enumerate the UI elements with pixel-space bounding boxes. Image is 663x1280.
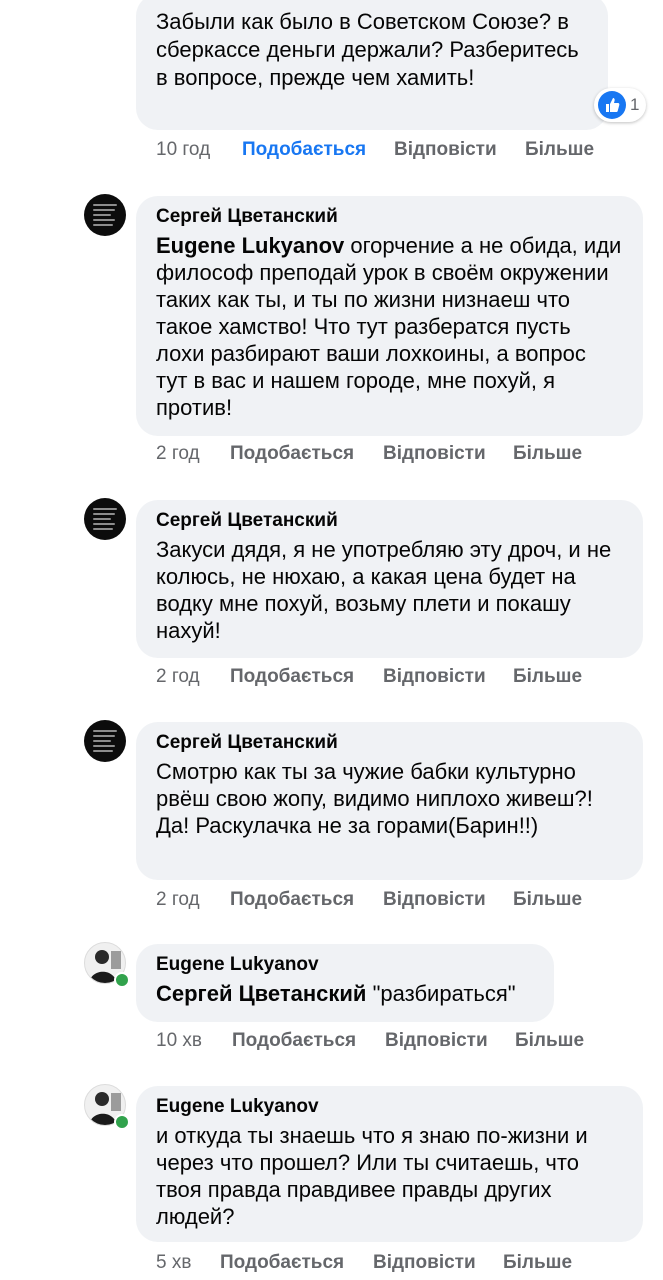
reply-button[interactable]: Відповісти [373,1252,476,1274]
online-status-icon [114,972,130,988]
comment-time[interactable]: 10 год [156,139,210,161]
comment-text: Закуси дядя, я не употребляю эту дроч, и… [156,537,612,643]
more-button[interactable]: Більше [503,1252,572,1274]
like-button[interactable]: Подобається [242,139,366,161]
comment-time[interactable]: 5 хв [156,1252,191,1274]
comment-time[interactable]: 10 хв [156,1030,202,1052]
comment-time[interactable]: 2 год [156,666,200,688]
comment-text: Смотрю как ты за чужие бабки культурно р… [156,759,593,838]
comment-body: Сергей Цветанский "разбираться" [156,980,534,1007]
comment-author[interactable]: Сергей Цветанский [156,732,623,754]
comment-bubble: Сергей Цветанский Закуси дядя, я не упот… [136,500,643,658]
more-button[interactable]: Більше [525,139,594,161]
avatar[interactable] [84,498,126,540]
comment-bubble: Забыли как было в Советском Союзе? в сбе… [136,0,608,130]
like-button[interactable]: Подобається [232,1030,356,1052]
mention-link[interactable]: Сергей Цветанский [156,981,366,1006]
like-button[interactable]: Подобається [230,666,354,688]
comment-text: Забыли как было в Советском Союзе? в сбе… [156,9,579,90]
reply-button[interactable]: Відповісти [383,889,486,911]
comment-author[interactable]: Eugene Lukyanov [156,954,534,976]
comment-bubble: Eugene Lukyanov Сергей Цветанский "разби… [136,944,554,1022]
reply-button[interactable]: Відповісти [383,443,486,465]
comment-time[interactable]: 2 год [156,889,200,911]
like-button[interactable]: Подобається [220,1252,344,1274]
reaction-summary[interactable]: 1 [594,88,646,122]
like-reaction-icon [598,91,626,119]
comment-body: Eugene Lukyanov огорчение а не обида, ид… [156,232,623,421]
more-button[interactable]: Більше [513,443,582,465]
comment-text: и откуда ты знаешь что я знаю по-жизни и… [156,1123,588,1229]
comment-author[interactable]: Сергей Цветанский [156,510,623,532]
like-button[interactable]: Подобається [230,443,354,465]
avatar[interactable] [84,194,126,236]
comment-bubble: Eugene Lukyanov и откуда ты знаешь что я… [136,1086,643,1242]
comment-author[interactable]: Сергей Цветанский [156,206,623,228]
reply-button[interactable]: Відповісти [385,1030,488,1052]
comment-text: огорчение а не обида, иди философ препод… [156,233,622,420]
comment-text: "разбираться" [366,981,516,1006]
comment-time[interactable]: 2 год [156,443,200,465]
online-status-icon [114,1114,130,1130]
reaction-count: 1 [630,95,640,114]
like-button[interactable]: Подобається [230,889,354,911]
comment-bubble: Сергей Цветанский Смотрю как ты за чужие… [136,722,643,880]
more-button[interactable]: Більше [515,1030,584,1052]
comment-author[interactable]: Eugene Lukyanov [156,1096,623,1118]
more-button[interactable]: Більше [513,666,582,688]
avatar[interactable] [84,720,126,762]
comment-bubble: Сергей Цветанский Eugene Lukyanov огорче… [136,196,643,436]
reply-button[interactable]: Відповісти [383,666,486,688]
mention-link[interactable]: Eugene Lukyanov [156,233,344,258]
more-button[interactable]: Більше [513,889,582,911]
reply-button[interactable]: Відповісти [394,139,497,161]
